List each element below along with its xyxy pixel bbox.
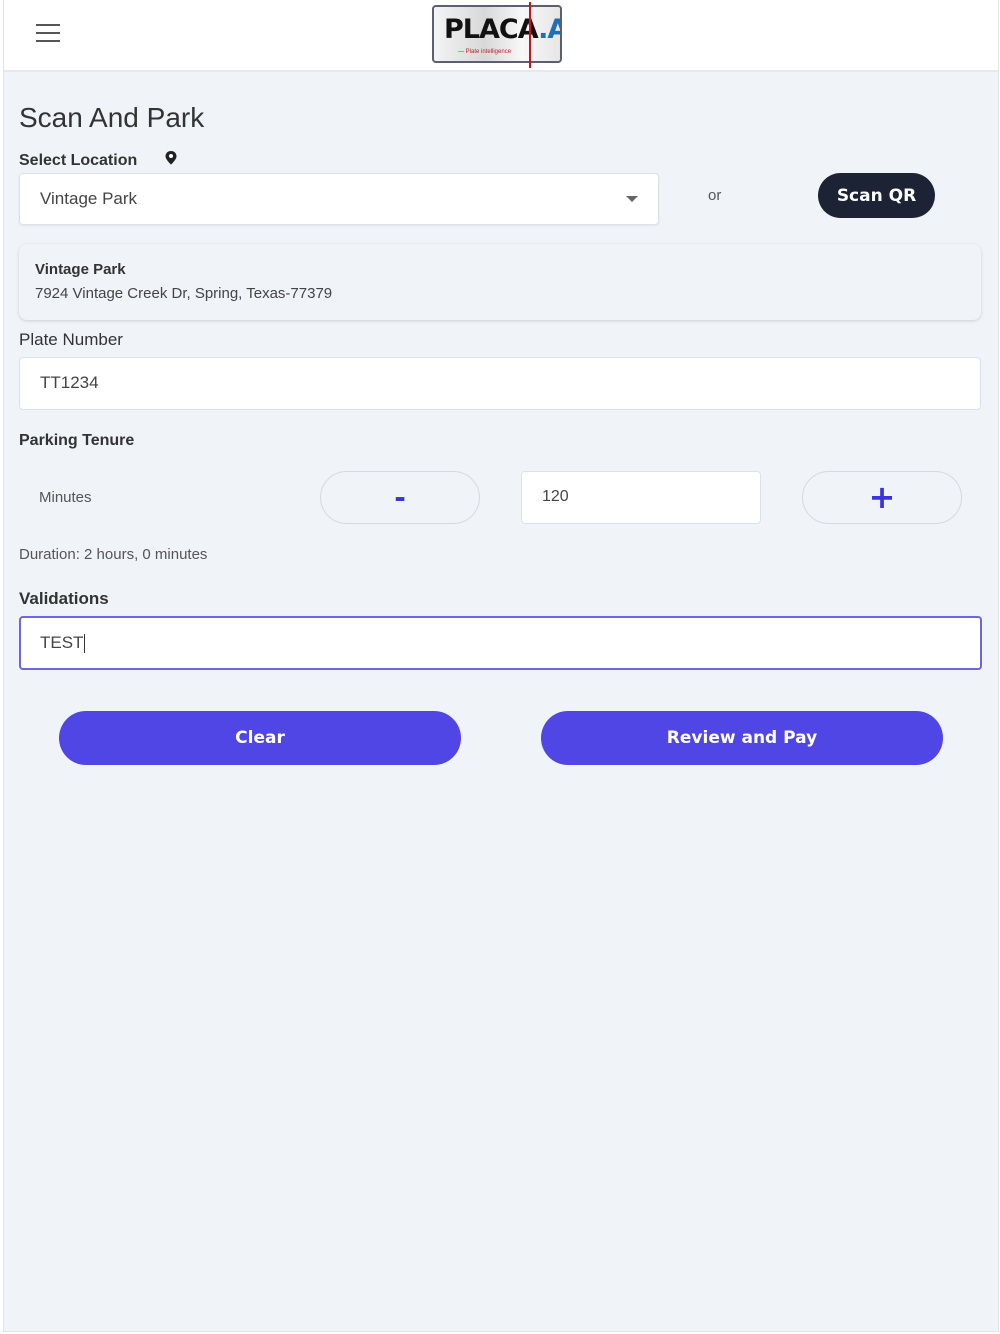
placa-ai-logo[interactable]: PLACA.AI — Plate intelligence [432,5,562,63]
location-card: Vintage Park 7924 Vintage Creek Dr, Spri… [19,244,981,320]
text-cursor [84,634,86,654]
minutes-value: 120 [542,488,569,505]
validations-label: Validations [19,589,109,608]
plate-number-value: TT1234 [40,373,99,392]
minutes-input[interactable]: 120 [521,471,761,524]
review-and-pay-button[interactable]: Review and Pay [541,711,943,765]
location-card-address: 7924 Vintage Creek Dr, Spring, Texas-773… [35,285,333,302]
page-title: Scan And Park [19,102,205,133]
validations-input[interactable]: TEST [19,616,982,670]
location-select-value: Vintage Park [40,189,138,208]
top-header: PLACA.AI — Plate intelligence [4,0,998,72]
increment-minutes-button[interactable]: + [802,471,962,524]
plate-number-label: Plate Number [19,330,123,349]
logo-red-line [529,2,531,68]
hamburger-menu-icon[interactable] [36,24,60,46]
clear-button[interactable]: Clear [59,711,461,765]
parking-tenure-label: Parking Tenure [19,432,135,449]
duration-text: Duration: 2 hours, 0 minutes [19,546,208,563]
logo-text: PLACA.AI [444,14,560,45]
plate-number-input[interactable]: TT1234 [19,357,981,410]
minutes-label: Minutes [39,489,92,506]
logo-tagline: — Plate intelligence [458,49,512,55]
app-frame: PLACA.AI — Plate intelligence Scan And P… [3,0,999,1332]
location-card-name: Vintage Park [35,261,126,278]
validations-value: TEST [40,633,84,652]
chevron-down-icon [626,196,638,202]
scan-qr-button[interactable]: Scan QR [818,173,935,218]
or-separator: or [708,187,722,204]
location-pin-icon [165,151,177,165]
location-select[interactable]: Vintage Park [19,173,659,225]
decrement-minutes-button[interactable]: - [320,471,480,524]
select-location-label: Select Location [19,152,138,169]
